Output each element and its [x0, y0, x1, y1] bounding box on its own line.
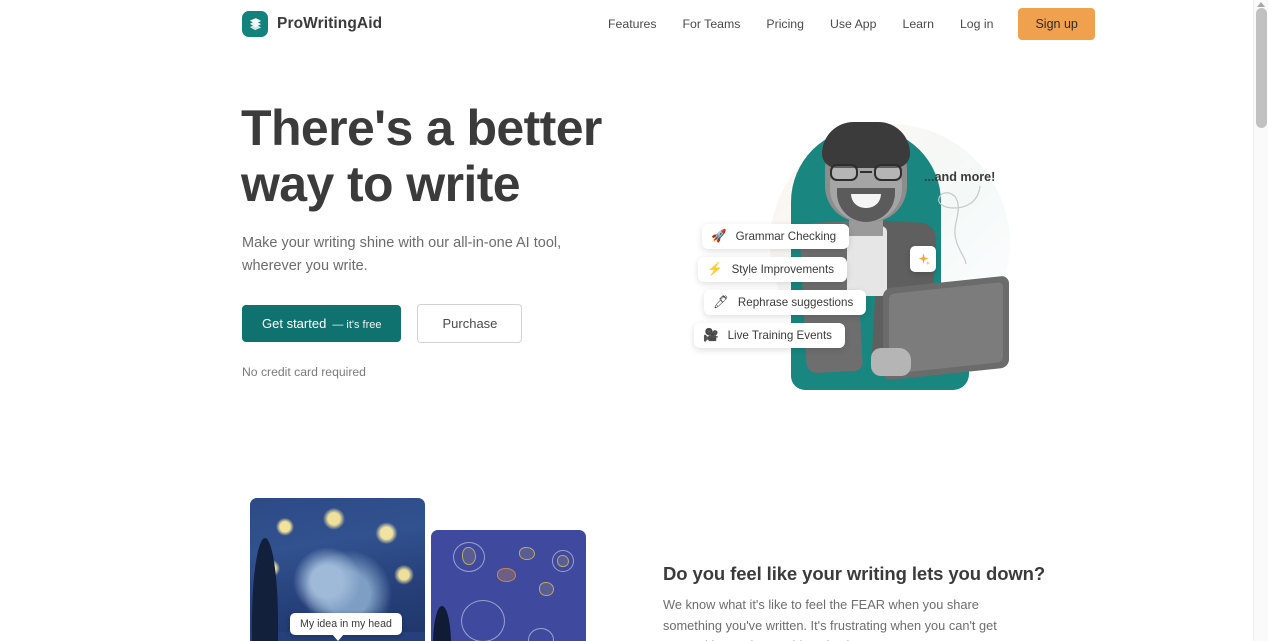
feature-pill-style-improvements: ⚡ Style Improvements — [698, 257, 848, 282]
hand — [871, 348, 911, 376]
no-credit-card-note: No credit card required — [242, 365, 366, 379]
magic-wand-icon: 🖊 — [713, 295, 729, 310]
nav-item-log-in[interactable]: Log in — [947, 11, 1007, 37]
hair — [822, 122, 910, 168]
idea-in-head-tooltip: My idea in my head — [290, 613, 402, 641]
flat-blob — [519, 547, 535, 560]
flat-swirl — [461, 600, 505, 641]
get-started-button[interactable]: Get started — it's free — [242, 305, 402, 342]
hero-title-line-1: There's a better — [241, 100, 602, 156]
nav-item-use-app[interactable]: Use App — [817, 11, 890, 37]
nav-item-for-teams[interactable]: For Teams — [670, 11, 754, 37]
flat-cypress — [433, 606, 451, 641]
hero-cta-group: Get started — it's free Purchase — [242, 304, 523, 343]
feature-pill-label: Style Improvements — [731, 263, 835, 276]
page-root: ProWritingAid Features For Teams Pricing… — [0, 0, 1268, 641]
feature-pill-live-training-events: 🎥 Live Training Events — [694, 323, 845, 348]
nav-item-learn[interactable]: Learn — [889, 11, 946, 37]
hero-subtitle: Make your writing shine with our all-in-… — [242, 235, 562, 274]
flat-blob — [462, 547, 476, 565]
flat-blob — [497, 568, 516, 582]
lightning-icon: ⚡ — [707, 262, 723, 277]
hero-title-line-2: way to write — [241, 156, 521, 212]
vertical-scrollbar[interactable] — [1253, 0, 1268, 641]
scrollbar-thumb[interactable] — [1256, 8, 1267, 128]
feature-pill-label: Live Training Events — [727, 329, 832, 342]
feature-pill-rephrase-suggestions: 🖊 Rephrase suggestions — [704, 290, 867, 315]
brand-name: ProWritingAid — [277, 15, 383, 32]
sparkles-icon — [910, 246, 936, 272]
feature-pill-label: Rephrase suggestions — [737, 296, 854, 309]
lower-section-body: We know what it's like to feel the FEAR … — [663, 597, 997, 641]
rocket-icon: 🚀 — [711, 229, 727, 244]
get-started-free-note: — it's free — [332, 319, 382, 331]
flat-blob — [557, 555, 569, 567]
nav-item-pricing[interactable]: Pricing — [753, 11, 817, 37]
flat-swirl — [528, 628, 554, 641]
get-started-label: Get started — [262, 316, 327, 331]
scroll-up-arrow-icon[interactable] — [1257, 2, 1265, 7]
purchase-button[interactable]: Purchase — [417, 304, 523, 343]
video-camera-icon: 🎥 — [703, 328, 719, 343]
nav-item-features[interactable]: Features — [600, 11, 670, 37]
lower-section-heading: Do you feel like your writing lets you d… — [663, 563, 1046, 584]
main-navigation: Features For Teams Pricing Use App Learn… — [600, 0, 1095, 48]
feature-pill-grammar-checking: 🚀 Grammar Checking — [702, 224, 850, 249]
glasses-icon — [829, 164, 903, 181]
feature-pill-label: Grammar Checking — [735, 230, 837, 243]
feature-pill-list: 🚀 Grammar Checking ⚡ Style Improvements … — [688, 224, 867, 348]
starry-cypress — [252, 538, 278, 641]
book-pages-icon — [242, 11, 268, 37]
site-header: ProWritingAid Features For Teams Pricing… — [0, 0, 1253, 48]
hero-illustration: 🚀 Grammar Checking ⚡ Style Improvements … — [660, 96, 1020, 396]
flat-version-image — [431, 530, 586, 641]
page-title: There's a better way to write — [241, 100, 661, 212]
brand-logo-link[interactable]: ProWritingAid — [242, 11, 382, 37]
sign-up-button[interactable]: Sign up — [1018, 8, 1095, 40]
flat-blob — [539, 582, 554, 596]
